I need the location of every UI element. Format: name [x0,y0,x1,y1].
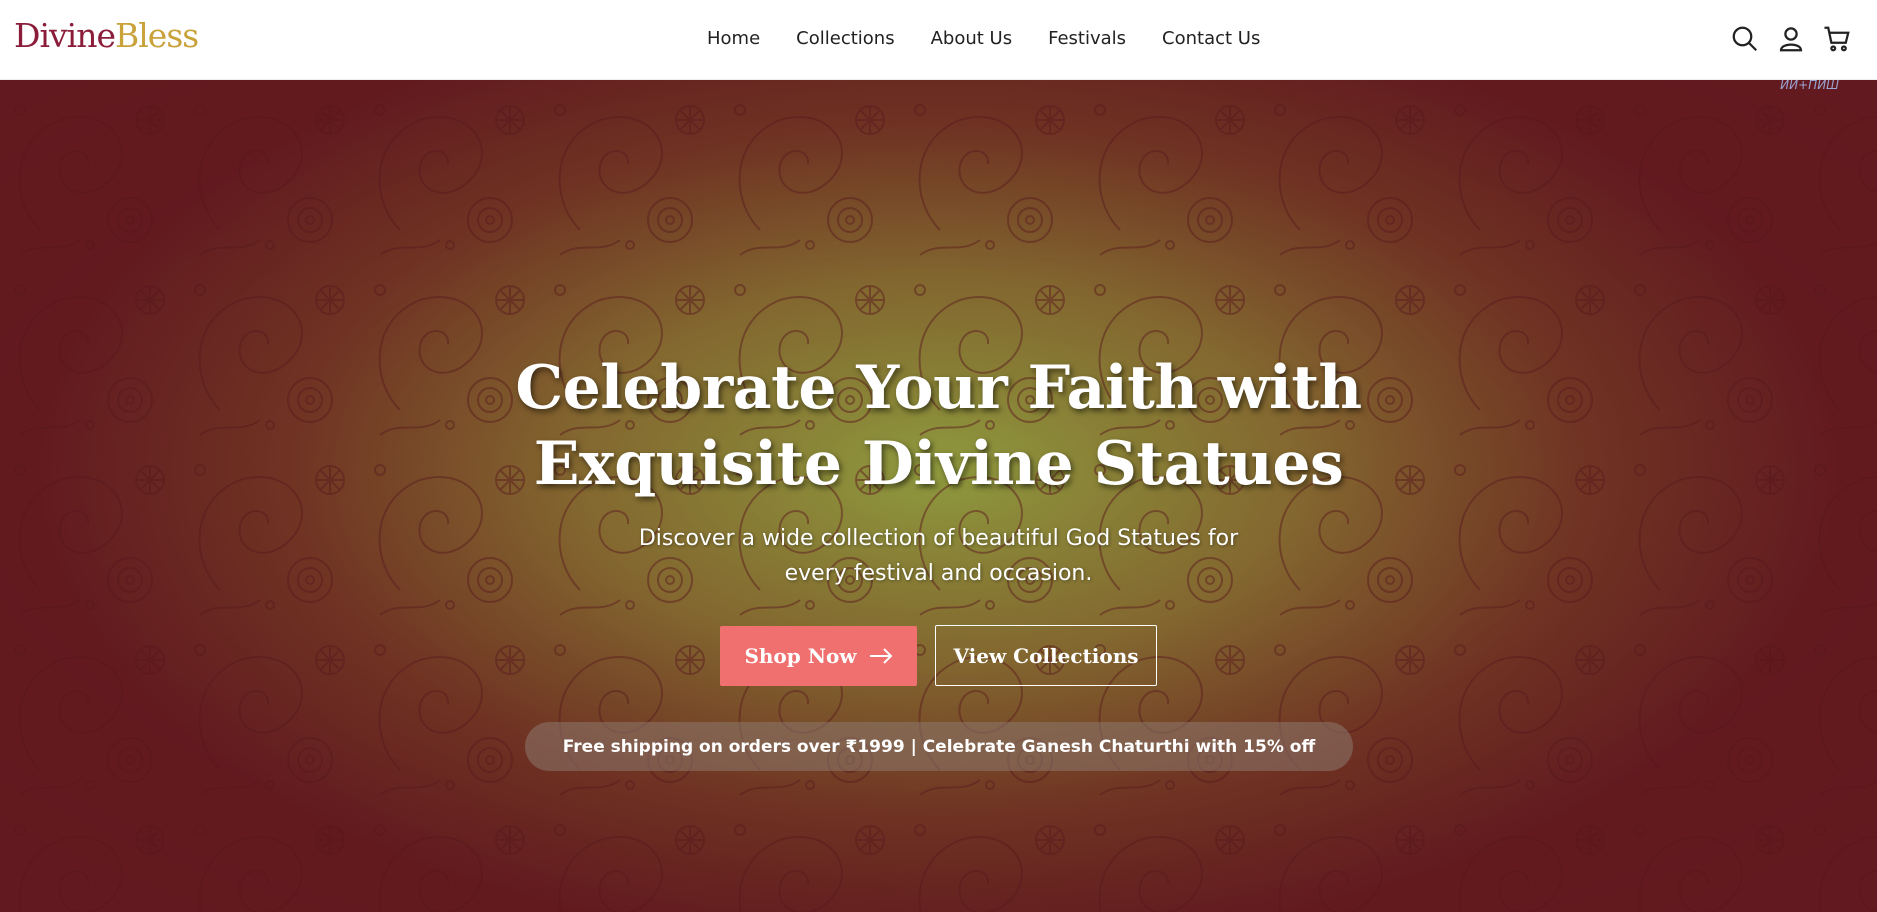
shop-now-button[interactable]: Shop Now [720,626,917,686]
hero-title-line1: Celebrate Your Faith with [515,353,1362,423]
shop-now-label: Shop Now [744,644,857,668]
main-nav: Home Collections About Us Festivals Cont… [707,26,1296,52]
brand-logo[interactable]: DivineBless [14,16,199,55]
search-icon[interactable] [1730,24,1760,54]
hero-subtitle: Discover a wide collection of beautiful … [638,526,1239,586]
nav-link-festivals[interactable]: Festivals [1048,26,1126,52]
user-icon[interactable] [1776,24,1806,54]
navbar: DivineBless Home Collections About Us Fe… [0,0,1877,80]
promo-banner: Free shipping on orders over ₹1999 | Cel… [525,722,1353,771]
arrow-right-icon [869,648,892,664]
nav-link-contact-us[interactable]: Contact Us [1162,26,1260,52]
view-collections-button[interactable]: View Collections [935,625,1157,686]
brand-name-part2: Bless [115,16,199,55]
nav-link-about-us[interactable]: About Us [931,26,1013,52]
brand-name-part1: Divine [14,16,116,55]
hero-title-line2: Exquisite Divine Statues [533,429,1344,499]
hero-title: Celebrate Your Faith with Exquisite Divi… [0,350,1877,502]
hero-section: ИИ+ПИШ Celebrate Your Faith with Exquisi… [0,80,1877,912]
watermark-text: ИИ+ПИШ [1780,80,1839,92]
nav-link-collections[interactable]: Collections [796,26,894,52]
nav-icons [1677,24,1877,56]
cart-icon[interactable] [1822,24,1852,54]
nav-link-home[interactable]: Home [707,26,760,52]
